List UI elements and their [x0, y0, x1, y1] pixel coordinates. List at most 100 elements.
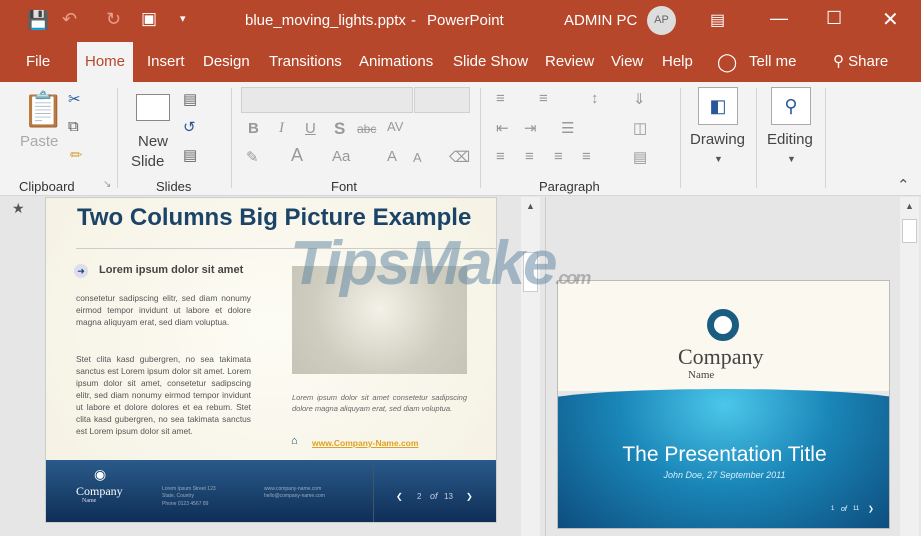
page-current: 1 [831, 506, 835, 512]
new-slide-label[interactable]: Slide [131, 153, 164, 170]
close-icon[interactable]: ✕ [882, 7, 899, 32]
section-heading[interactable]: Lorem ipsum dolor sit amet [99, 264, 243, 276]
body-paragraph[interactable]: Stet clita kasd gubergren, no sea takima… [76, 353, 251, 437]
smartart-icon[interactable]: ▤ [633, 148, 647, 166]
tab-view[interactable]: View [611, 42, 643, 82]
line-spacing-icon[interactable]: ↕ [591, 90, 599, 107]
columns-icon[interactable]: ☰ [561, 119, 574, 137]
underline-button[interactable]: U [305, 120, 316, 137]
next-slide-icon[interactable]: ❯ [466, 492, 473, 501]
new-slide-icon[interactable] [136, 94, 170, 121]
italic-button[interactable]: I [279, 120, 284, 137]
slide-editor-current[interactable]: Two Columns Big Picture Example ➜ Lorem … [45, 197, 497, 523]
align-right-icon[interactable]: ≡ [554, 148, 563, 165]
paste-button[interactable]: Paste [20, 133, 58, 150]
shadow-button[interactable]: S [334, 119, 345, 139]
maximize-icon[interactable]: ☐ [826, 8, 842, 29]
decrease-indent-icon[interactable]: ⇤ [496, 119, 509, 137]
editing-button[interactable]: Editing [767, 131, 813, 148]
redo-icon[interactable]: ↻ [106, 9, 121, 30]
company-link[interactable]: www.Company-Name.com [312, 438, 418, 448]
numbering-icon[interactable]: ≡ [539, 90, 548, 107]
copy-icon[interactable]: ⧉ [68, 118, 79, 135]
new-slide-button[interactable]: New [138, 133, 168, 150]
group-font: Font [331, 179, 358, 194]
page-total: 11 [853, 506, 860, 512]
app-name: PowerPoint [427, 12, 504, 29]
tab-slide-show[interactable]: Slide Show [453, 42, 528, 82]
picture-placeholder[interactable] [292, 266, 467, 374]
shrink-font-button[interactable]: A [413, 150, 422, 165]
footer-company-name: Name [82, 498, 97, 504]
avatar[interactable]: AP [647, 6, 676, 35]
collapse-ribbon-icon[interactable]: ⌃ [897, 176, 910, 194]
customize-icon[interactable]: ▾ [180, 12, 186, 25]
slide-thumbnail-next[interactable]: Company Name The Presentation Title John… [557, 280, 890, 529]
bold-button[interactable]: B [248, 120, 259, 137]
layout-icon[interactable]: ▤ [183, 90, 197, 108]
highlight-icon[interactable]: ✎ [246, 148, 259, 166]
scroll-up-icon[interactable]: ▲ [526, 201, 535, 211]
tab-transitions[interactable]: Transitions [269, 42, 342, 82]
main-scrollbar[interactable]: ▲ [521, 197, 540, 536]
search-icon[interactable]: ⚲ [771, 87, 811, 125]
user-name[interactable]: ADMIN PC [564, 12, 637, 29]
tab-help[interactable]: Help [662, 42, 693, 82]
align-left-icon[interactable]: ≡ [496, 148, 505, 165]
dialog-launcher-icon[interactable]: ↘ [103, 179, 111, 190]
font-name-select[interactable] [241, 87, 413, 113]
cut-icon[interactable]: ✂ [68, 90, 81, 108]
body-paragraph[interactable]: consetetur sadipscing elitr, sed diam no… [76, 292, 251, 328]
font-color-button[interactable]: A [291, 145, 303, 166]
drawing-button[interactable]: Drawing [690, 131, 745, 148]
minimize-icon[interactable]: — [770, 8, 788, 29]
footer-web: www.company-name.com [264, 486, 322, 492]
tab-animations[interactable]: Animations [359, 42, 433, 82]
tell-me[interactable]: Tell me [749, 42, 797, 82]
scroll-thumb[interactable] [523, 252, 538, 292]
share-button[interactable]: ⚲ Share [833, 42, 888, 82]
strikethrough-button[interactable]: abc [357, 122, 376, 136]
prev-slide-icon[interactable]: ❮ [396, 492, 403, 501]
present-icon[interactable]: ▣ [141, 9, 157, 29]
shapes-icon[interactable]: ◧ [698, 87, 738, 125]
tab-home[interactable]: Home [77, 42, 134, 82]
divider [825, 88, 826, 188]
star-icon[interactable]: ★ [12, 200, 25, 217]
tab-file[interactable]: File [26, 42, 50, 82]
text-direction-icon[interactable]: ⇓ [633, 90, 646, 108]
tab-review[interactable]: Review [545, 42, 594, 82]
page-current: 2 [417, 492, 422, 501]
justify-icon[interactable]: ≡ [582, 148, 591, 165]
bullets-icon[interactable]: ≡ [496, 90, 505, 107]
tab-insert[interactable]: Insert [147, 42, 185, 82]
increase-indent-icon[interactable]: ⇥ [524, 119, 537, 137]
grow-font-button[interactable]: A [387, 148, 397, 165]
change-case-button[interactable]: Aa [332, 148, 350, 165]
panel-scrollbar[interactable]: ▲ [900, 197, 919, 536]
section-icon[interactable]: ▤ [183, 146, 197, 164]
scroll-up-icon[interactable]: ▲ [905, 201, 914, 211]
reset-icon[interactable]: ↺ [183, 118, 196, 136]
align-text-icon[interactable]: ◫ [633, 119, 647, 137]
page-of: of [430, 491, 438, 501]
company-logo-text: Company [678, 344, 764, 369]
picture-caption[interactable]: Lorem ipsum dolor sit amet consetetur sa… [292, 392, 467, 414]
align-center-icon[interactable]: ≡ [525, 148, 534, 165]
company-name-text: Name [688, 369, 715, 381]
paste-icon[interactable]: 📋 [22, 90, 64, 130]
font-size-select[interactable] [414, 87, 470, 113]
clear-formatting-icon[interactable]: ⌫ [449, 148, 470, 166]
slide-title[interactable]: Two Columns Big Picture Example [77, 204, 471, 232]
title-separator: - [411, 12, 416, 29]
title-rule [76, 248, 496, 249]
ribbon-display-icon[interactable]: ▤ [710, 10, 725, 30]
format-painter-icon[interactable]: ✏ [70, 146, 83, 164]
undo-icon[interactable]: ↶ [62, 9, 77, 30]
spacing-button[interactable]: AV [387, 119, 403, 134]
divider [231, 88, 232, 188]
scroll-thumb[interactable] [902, 219, 917, 243]
chevron-down-icon: ▼ [787, 154, 796, 164]
save-icon[interactable]: 💾 [27, 10, 49, 31]
tab-design[interactable]: Design [203, 42, 250, 82]
